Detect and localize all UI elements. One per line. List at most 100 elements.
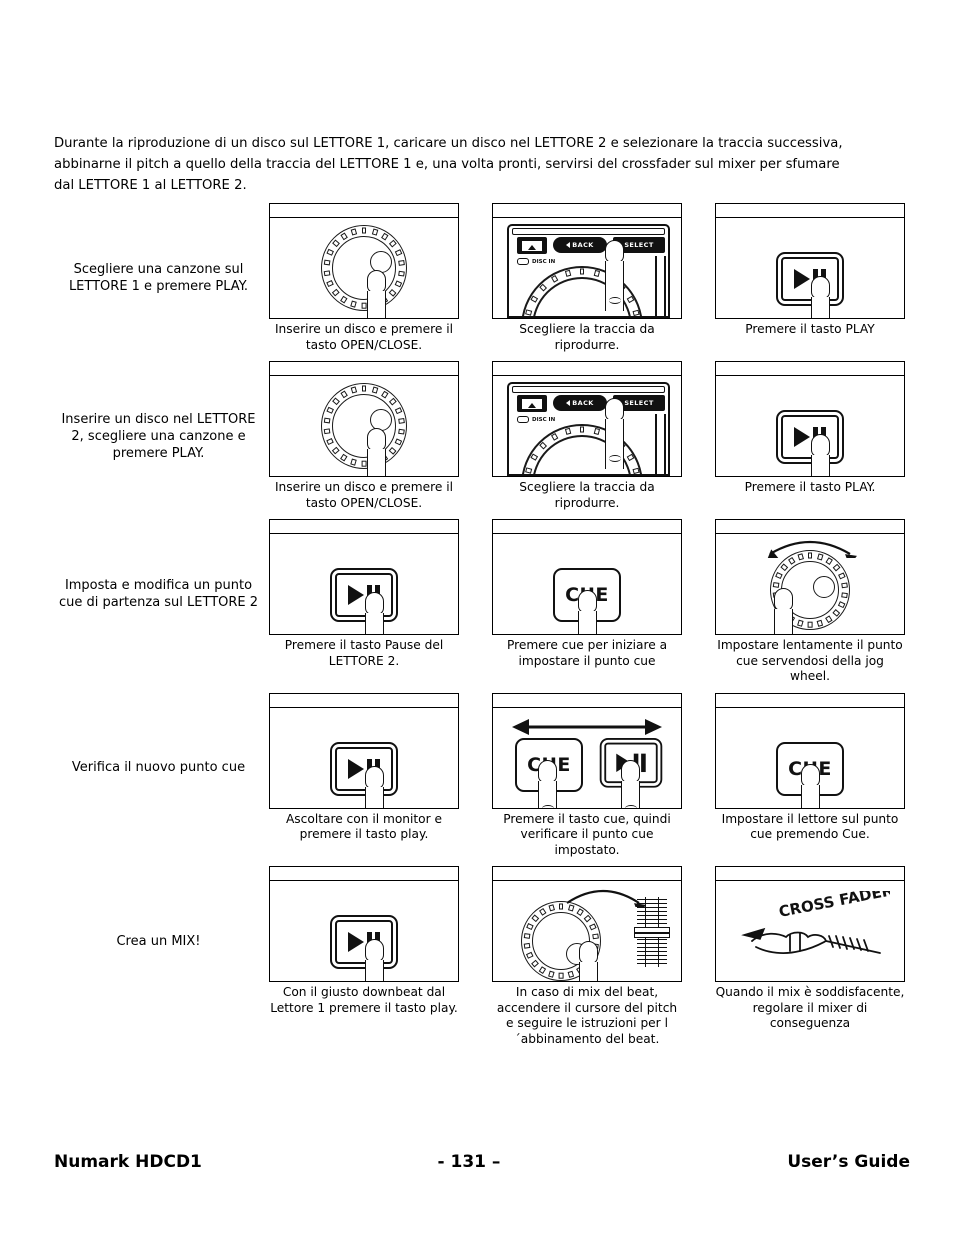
procedure-cell: Premere il tasto PLAY. [715,361,905,511]
back-button[interactable]: BACK [553,237,607,253]
pitch-fader-tick [637,919,667,920]
illustration-header-strip [270,362,458,376]
pitch-fader-tick [637,947,667,948]
illustration-header-strip [716,867,904,881]
procedure-cell: In caso di mix del beat, accendere il cu… [492,866,682,1047]
panel-top-bar [512,386,665,393]
button-bezel [330,741,398,796]
play-pause-button[interactable] [330,741,398,796]
cell-caption: Scegliere la traccia da riprodurre. [519,322,655,352]
eject-button[interactable] [517,395,547,412]
illustration-play-button [270,708,458,808]
pitch-fader[interactable] [634,897,670,967]
jog-wheel[interactable] [521,266,643,316]
pitch-fader-handle[interactable] [634,927,670,938]
pitch-fader-tick [637,899,667,900]
row-cells: Ascoltare con il monitor e premere il ta… [269,692,910,859]
illustration-header-strip [270,867,458,881]
illustration-header-strip [493,520,681,534]
jog-wheel-tick [523,943,531,949]
procedure-cell: Inserire un disco e premere il tasto OPE… [269,361,459,511]
eject-button[interactable] [517,237,547,254]
finger-pointer [579,941,598,981]
row-label: Verifica il nuovo punto cue [71,760,246,775]
procedure-row: Verifica il nuovo punto cue Ascoltare con… [54,692,910,859]
finger-tip [365,592,384,615]
illustration-jog-wheel-bidirectional [716,534,904,634]
play-icon [347,758,364,779]
procedure-row: Inserire un disco nel LETTORE 2, sceglie… [54,361,910,511]
illustration-play-button [716,218,904,318]
illustration-jog-wheel-finger [270,376,458,476]
play-icon [347,585,364,605]
back-button-label: BACK [572,399,594,407]
illustration-box [269,361,459,477]
jog-wheel-tick [816,619,823,627]
illustration-box [492,866,682,982]
finger-tip [811,434,830,457]
finger-pointer [538,759,557,808]
illustration-header-strip [716,204,904,218]
finger-tip [365,939,384,962]
cell-caption: Scegliere la traccia da riprodurre. [519,480,655,510]
finger-pointer [605,398,624,469]
pitch-fader-tick [637,951,667,952]
row-label: Scegliere una canzone sul LETTORE 1 e pr… [68,262,249,294]
illustration-box [269,692,459,809]
jog-wheel-tick [361,227,367,234]
transport-button-face [335,573,393,617]
finger-shaft [365,786,384,808]
finger-knuckle [609,455,621,462]
illustration-jog-wheel-pitch-fader [493,881,681,981]
finger-shaft [367,291,386,318]
page: Durante la riproduzione di un disco sul … [0,0,954,1235]
finger-shaft [579,962,598,981]
select-button-label: SELECT [624,241,654,249]
jog-wheel-tick [840,582,848,588]
play-icon [347,932,364,952]
finger-shaft [365,960,384,981]
finger-shaft [367,449,386,476]
jog-wheel[interactable] [321,383,407,469]
procedure-cell: Premere il tasto PLAY [715,203,905,353]
finger-tip [579,941,598,964]
row-label: Inserire un disco nel LETTORE 2, sceglie… [61,411,256,461]
procedure-cell: CUEImpostare il lettore sul punto cue pr… [715,692,905,859]
illustration-header-strip [270,694,458,708]
button-bezel [776,410,844,464]
illustration-cue-button: CUE [716,708,904,808]
jog-wheel[interactable] [521,424,643,474]
panel-face: BACK SELECT DISC IN [507,382,670,476]
illustration-header-strip [716,520,904,534]
jog-wheel[interactable] [521,424,643,474]
cell-caption: Premere il tasto PLAY [745,322,875,336]
sketch-stroke [741,927,766,940]
procedure-cell: Con il giusto downbeat dal Lettore 1 pre… [269,866,459,1047]
play-pause-button[interactable] [330,568,398,622]
jog-wheel[interactable] [521,266,643,316]
finger-pointer [365,592,384,634]
disc-in-label: DISC IN [532,416,556,423]
play-pause-button[interactable] [330,915,398,969]
finger-knuckle [542,804,554,808]
play-pause-button[interactable] [776,252,844,306]
disc-in-indicator: DISC IN [517,258,555,265]
jog-wheel-tick [323,428,331,435]
illustration-header-strip [493,694,681,708]
finger-knuckle [625,804,637,808]
illustration-header-strip [493,362,681,376]
finger-pointer [801,763,820,808]
jog-wheel-center-knob [813,576,835,598]
jog-wheel[interactable] [321,225,407,311]
illustration-crossfader-sketch: CROSS FADER [716,881,904,981]
illustration-box [269,866,459,982]
procedure-cell: Premere il tasto Pause del LETTORE 2. [269,519,459,685]
play-pause-button[interactable] [776,410,844,464]
pitch-fader-tick [637,963,667,964]
back-button[interactable]: BACK [553,395,607,411]
finger-shaft [538,780,557,808]
cell-caption: Premere il tasto cue, quindi verificare … [503,811,671,857]
pause-bar [641,753,646,772]
jog-wheel-tick [558,903,564,910]
cell-caption: Premere cue per iniziare a impostare il … [506,638,668,668]
